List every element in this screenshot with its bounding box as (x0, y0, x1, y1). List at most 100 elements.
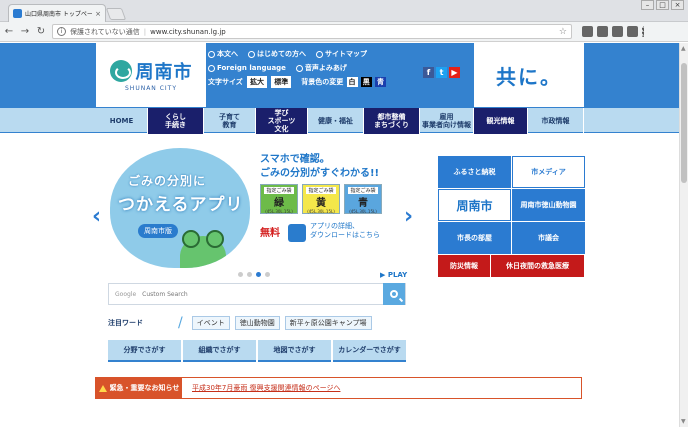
nav-health[interactable]: 健康・福祉 (308, 108, 364, 134)
link-zoo[interactable]: 周南市徳山動物園 (512, 189, 585, 221)
link-city-media[interactable]: 市メディア (512, 156, 585, 188)
side-links: ふるさと納税 市メディア 周南市 周南市徳山動物園 市長の部屋 市議会 防災情報… (438, 156, 585, 277)
promo-line1: スマホで確認。 (260, 154, 330, 165)
keyword-tag[interactable]: イベント (191, 316, 230, 330)
nav-culture[interactable]: 学び スポーツ 文化 (256, 108, 308, 134)
link-mayor-room[interactable]: 市長の部屋 (438, 222, 511, 254)
nav-living[interactable]: くらし 手続き (148, 108, 204, 134)
banner-line1: ごみの分別に (128, 174, 207, 188)
nav-business[interactable]: 雇用 事業者向け情報 (420, 108, 474, 134)
extension-icon[interactable] (597, 26, 608, 37)
extension-icon[interactable] (627, 26, 638, 37)
logo-sub: SHUNAN CITY (125, 85, 177, 92)
nav-home[interactable]: HOME (96, 108, 148, 134)
font-enlarge-button[interactable]: 拡大 (247, 76, 268, 88)
twitter-icon[interactable]: t (436, 67, 447, 78)
extension-icon[interactable] (582, 26, 593, 37)
city-emblem-icon (109, 60, 132, 82)
leaf-icon (248, 50, 255, 58)
nav-urban[interactable]: 都市整備 まちづくり (364, 108, 420, 134)
carousel-prev-icon[interactable]: ‹ (92, 204, 101, 229)
bookmark-star-icon[interactable]: ☆ (559, 27, 567, 37)
free-label: 無料 (260, 228, 280, 239)
youtube-icon[interactable]: ▶ (449, 67, 460, 78)
favicon-icon (13, 9, 22, 18)
link-read-aloud[interactable]: 音声よみあげ (295, 63, 347, 73)
nav-tourism[interactable]: 観光情報 (474, 108, 528, 134)
reload-icon[interactable]: ↻ (36, 26, 46, 37)
scroll-thumb[interactable] (681, 63, 687, 183)
close-window-button[interactable]: × (671, 0, 684, 10)
minimize-button[interactable]: – (641, 0, 654, 10)
browser-toolbar: ← → ↻ i 保護されていない通信 | www.city.shunan.lg.… (0, 22, 688, 42)
carousel-play-button[interactable]: ▶ PLAY (380, 271, 407, 279)
carousel-dot[interactable] (238, 272, 243, 277)
carousel-dot[interactable] (247, 272, 252, 277)
search-by-calendar-button[interactable]: カレンダーでさがす (333, 340, 406, 362)
info-icon[interactable]: i (57, 27, 66, 36)
menu-icon[interactable] (642, 26, 645, 37)
bg-white-button[interactable]: 白 (346, 77, 358, 87)
forward-arrow-icon[interactable]: → (20, 26, 30, 37)
site-header: 周南市 SHUNAN CITY 本文へ はじめての方へ サイトマップ Forei… (0, 43, 679, 107)
keyword-tag[interactable]: 新平ヶ原公園キャンプ場 (284, 316, 372, 330)
featured-keywords: 注目ワード / イベント 徳山動物園 新平ヶ原公園キャンプ場 (108, 315, 372, 331)
link-city-character[interactable]: 周南市 (438, 189, 511, 221)
bg-color-control: 背景色の変更 白 黒 青 (301, 77, 386, 87)
scroll-up-icon[interactable]: ▲ (681, 45, 686, 52)
bag-card-blue: 指定ごみ袋 青 (45L.30L.15L) (344, 184, 382, 214)
keyword-tag[interactable]: 徳山動物園 (234, 316, 280, 330)
bg-blue-button[interactable]: 青 (374, 77, 386, 87)
maximize-button[interactable]: □ (656, 0, 669, 10)
link-disaster-info[interactable]: 防災情報 (438, 255, 490, 277)
link-emergency-medical[interactable]: 休日夜間の救急医療 (491, 255, 584, 277)
search-by-field-button[interactable]: 分野でさがす (108, 340, 181, 362)
bg-black-button[interactable]: 黒 (360, 77, 372, 87)
extension-icon[interactable] (612, 26, 623, 37)
security-status: 保護されていない通信 (70, 27, 140, 36)
logo-name: 周南市 (135, 62, 193, 83)
banner-illustration: ごみの分別に つかえるアプリ 周南市版 (110, 148, 250, 268)
carousel-dots (238, 272, 270, 277)
carousel-dot-active[interactable] (256, 272, 261, 277)
link-first-visit[interactable]: はじめての方へ (248, 49, 306, 59)
social-links: f t ▶ (423, 67, 460, 78)
emergency-notice: 緊急・重要なお知らせ 平成30年7月豪雨 復興支援関連情報のページへ (95, 377, 582, 399)
nav-childcare[interactable]: 子育て 教育 (204, 108, 256, 134)
frog-mascot-icon (180, 230, 226, 268)
search-input[interactable]: Google Custom Search (109, 291, 383, 298)
carousel-dot[interactable] (265, 272, 270, 277)
banner-ribbon: 周南市版 (138, 224, 178, 238)
keywords-label: 注目ワード (108, 319, 143, 327)
bag-card-green: 指定ごみ袋 緑 (45L.30L.15L) (260, 184, 298, 214)
notice-heading: 緊急・重要なお知らせ (96, 377, 182, 399)
link-foreign-language[interactable]: Foreign language (208, 64, 286, 72)
link-city-council[interactable]: 市議会 (512, 222, 585, 254)
banner-line2: つかえるアプリ (118, 195, 244, 215)
city-tagline: 共に。 (474, 43, 584, 107)
notice-link[interactable]: 平成30年7月豪雨 復興支援関連情報のページへ (182, 383, 340, 393)
tab-close-icon[interactable]: × (95, 10, 101, 18)
link-sitemap[interactable]: サイトマップ (316, 49, 367, 59)
back-arrow-icon[interactable]: ← (4, 26, 14, 37)
font-size-control: 文字サイズ 拡大 標準 (208, 76, 292, 88)
bag-card-yellow: 指定ごみ袋 黄 (45L.30L.15L) (302, 184, 340, 214)
page-scrollbar[interactable]: ▲ ▼ (679, 43, 688, 427)
hero-carousel: ‹ › ごみの分別に つかえるアプリ 周南市版 スマホで確認。 ごみの分別がすぐ… (92, 146, 413, 276)
address-bar[interactable]: i 保護されていない通信 | www.city.shunan.lg.jp ☆ (52, 24, 572, 39)
carousel-next-icon[interactable]: › (404, 204, 413, 229)
search-button[interactable] (383, 283, 405, 305)
facebook-icon[interactable]: f (423, 67, 434, 78)
link-furusato-tax[interactable]: ふるさと納税 (438, 156, 511, 188)
new-tab-button[interactable] (105, 8, 127, 20)
global-nav: HOME くらし 手続き 子育て 教育 学び スポーツ 文化 健康・福祉 都市整… (0, 107, 679, 134)
search-by-org-button[interactable]: 組織でさがす (183, 340, 256, 362)
sitemap-icon (316, 50, 323, 58)
site-logo[interactable]: 周南市 SHUNAN CITY (96, 43, 206, 107)
link-skip-to-content[interactable]: 本文へ (208, 49, 238, 59)
search-by-map-button[interactable]: 地図でさがす (258, 340, 331, 362)
scroll-down-icon[interactable]: ▼ (681, 418, 686, 425)
nav-city-admin[interactable]: 市政情報 (528, 108, 584, 134)
font-standard-button[interactable]: 標準 (271, 76, 292, 88)
browser-tab[interactable]: 山口県周南市 トップページ × (8, 4, 106, 22)
